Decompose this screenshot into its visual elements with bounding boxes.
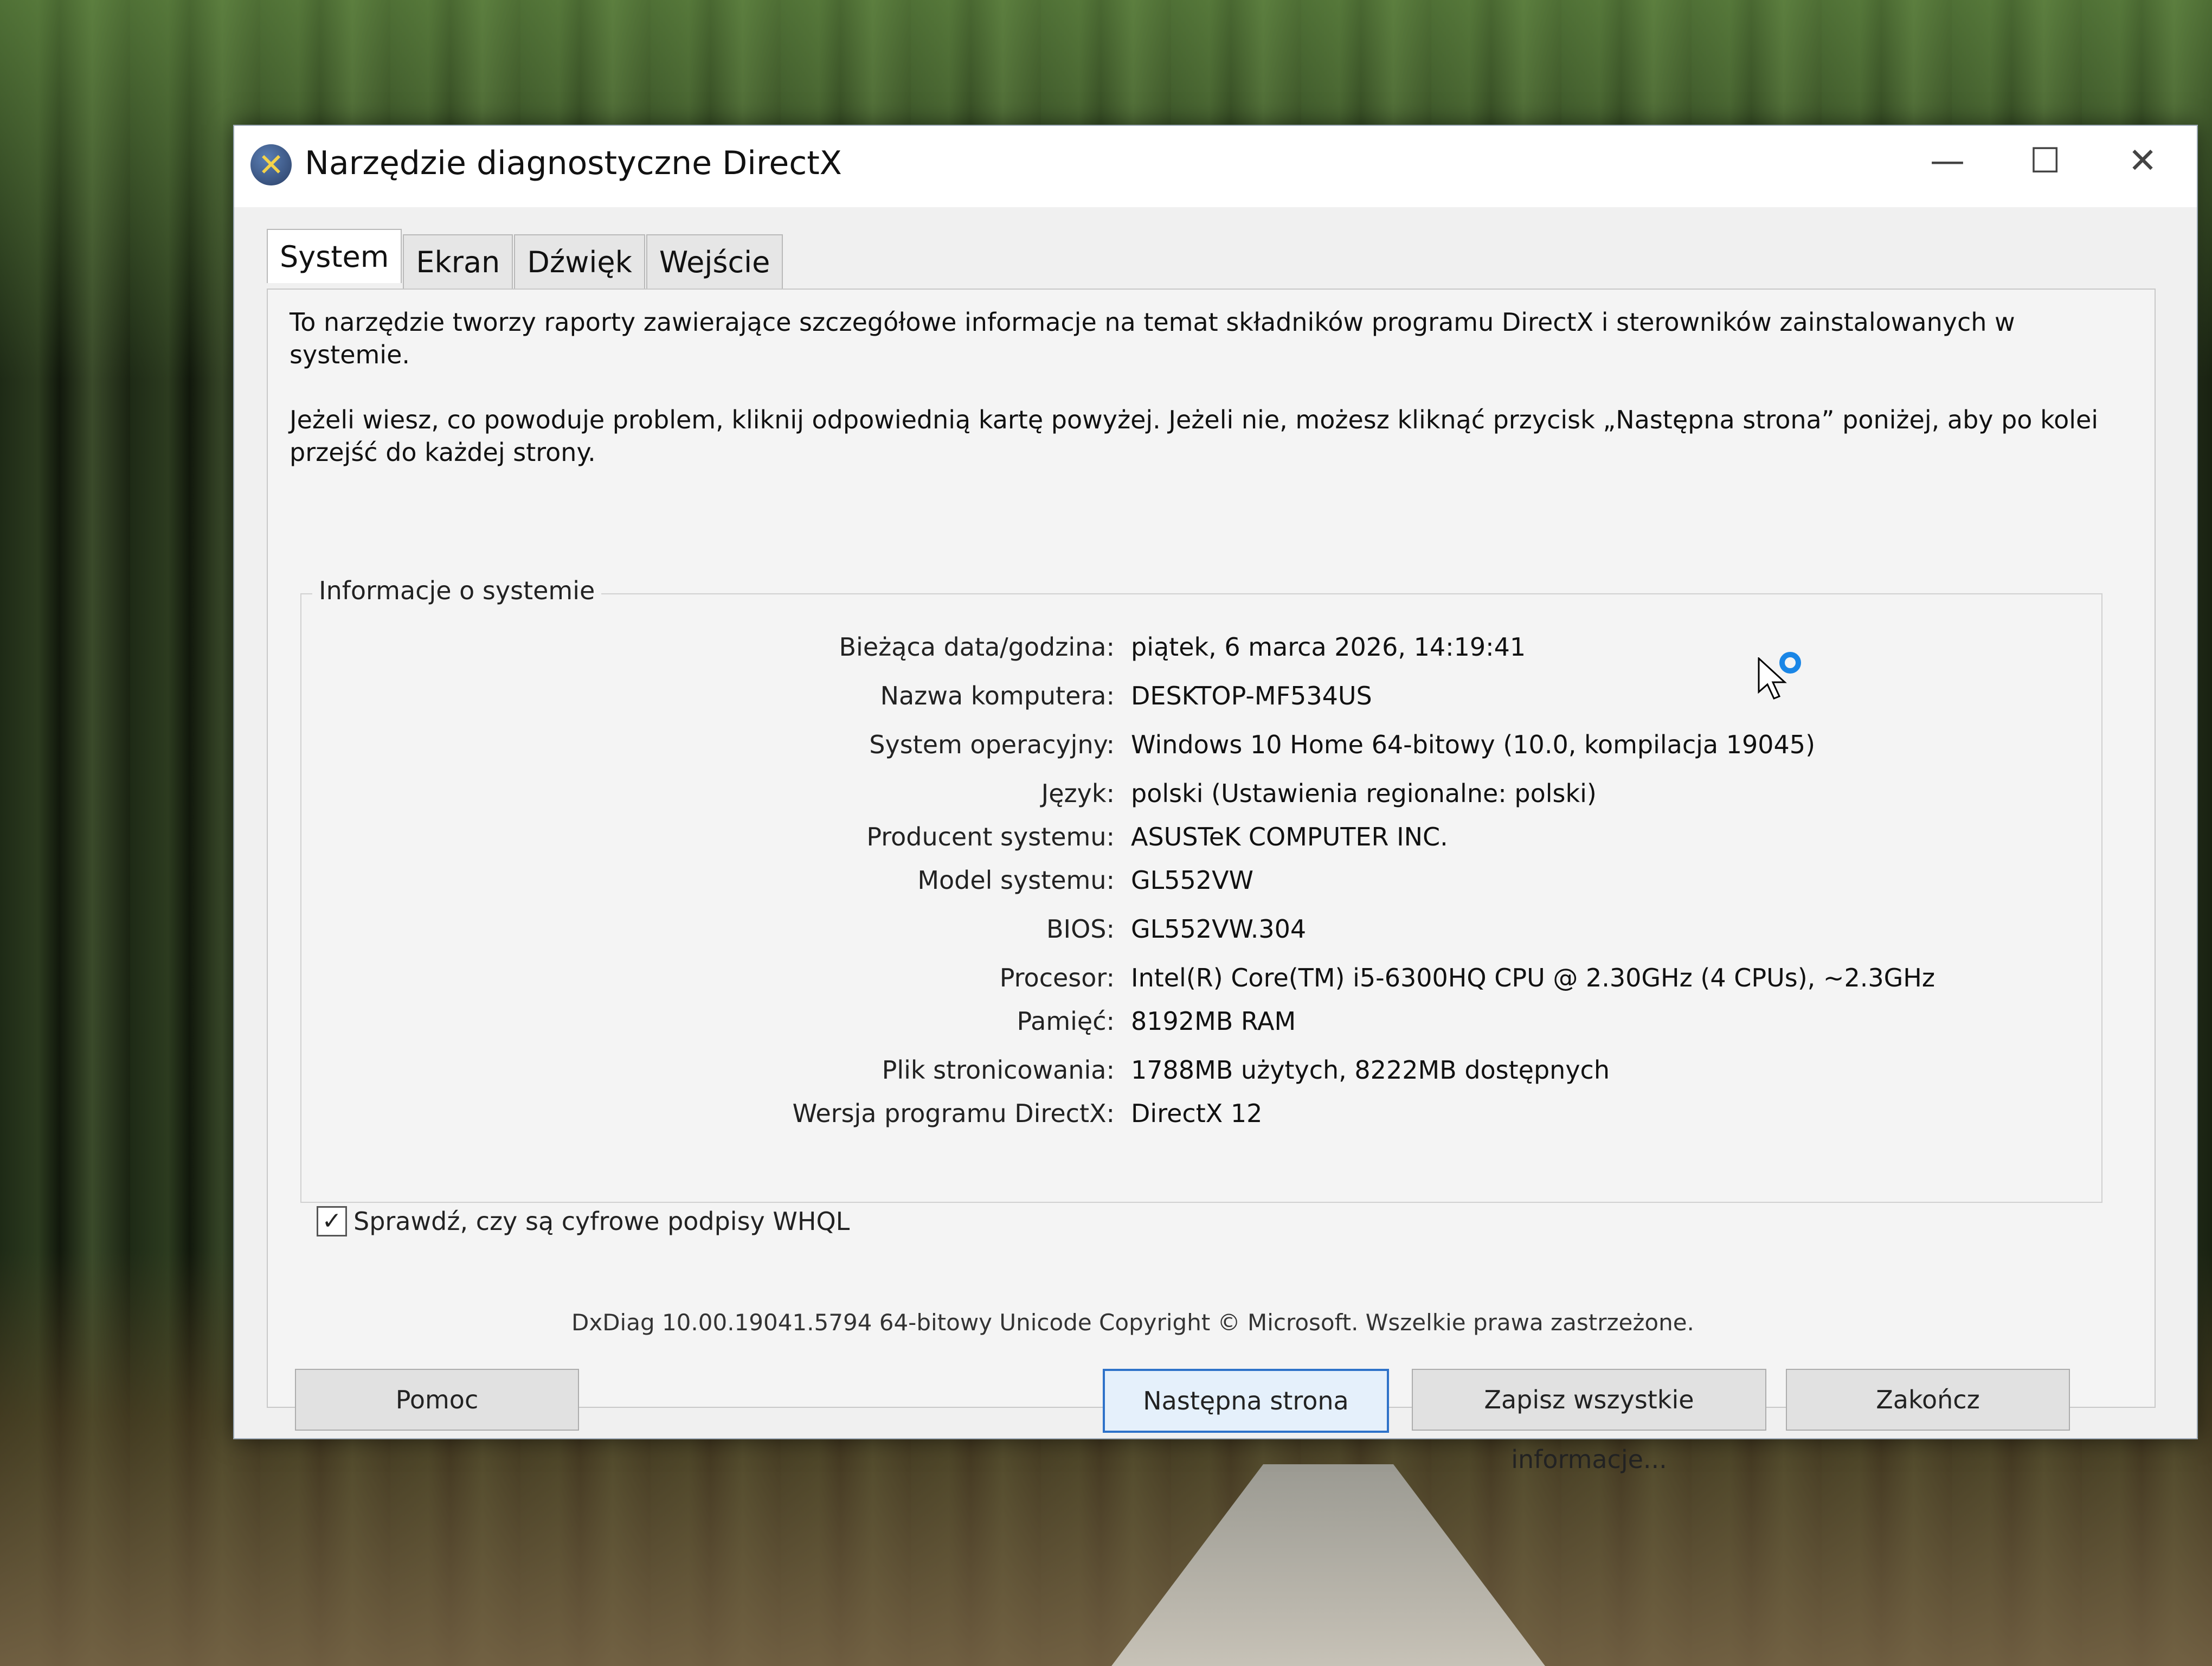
intro-text-1: To narzędzie tworzy raporty zawierające … xyxy=(290,307,2015,369)
tab-bar: System Ekran Dźwięk Wejście xyxy=(267,229,784,289)
info-row-model: Model systemu: GL552VW xyxy=(301,866,2091,909)
maximize-button[interactable]: ☐ xyxy=(1991,126,2099,196)
info-row-directx-version: Wersja programu DirectX: DirectX 12 xyxy=(301,1099,2091,1142)
info-label: Nazwa komputera: xyxy=(880,681,1115,710)
tab-system[interactable]: System xyxy=(267,229,402,283)
tab-ekran[interactable]: Ekran xyxy=(403,234,513,289)
info-label: Producent systemu: xyxy=(866,822,1115,851)
info-value: DESKTOP-MF534US xyxy=(1131,681,1372,710)
info-label: Plik stronicowania: xyxy=(882,1055,1115,1085)
whql-checkbox-row[interactable]: ✓ Sprawdź, czy są cyfrowe podpisy WHQL xyxy=(317,1206,850,1236)
next-page-button[interactable]: Następna strona xyxy=(1103,1369,1389,1433)
info-value: 8192MB RAM xyxy=(1131,1007,1296,1036)
info-value: GL552VW xyxy=(1131,866,1254,895)
info-label: Bieżąca data/godzina: xyxy=(839,632,1115,662)
dxdiag-version-info: DxDiag 10.00.19041.5794 64-bitowy Unicod… xyxy=(571,1309,1694,1336)
info-value: Intel(R) Core(TM) i5-6300HQ CPU @ 2.30GH… xyxy=(1131,963,1935,992)
info-row-manufacturer: Producent systemu: ASUSTeK COMPUTER INC. xyxy=(301,822,2091,866)
help-button[interactable]: Pomoc xyxy=(295,1369,579,1431)
save-all-info-button[interactable]: Zapisz wszystkie informacje... xyxy=(1412,1369,1766,1474)
title-bar[interactable]: ✕ Narzędzie diagnostyczne DirectX — ☐ ✕ xyxy=(234,126,2197,207)
info-label: BIOS: xyxy=(1046,914,1115,944)
intro-text-2: Jeżeli wiesz, co powoduje problem, klikn… xyxy=(290,405,2099,467)
info-label: Procesor: xyxy=(999,963,1115,992)
info-label: Język: xyxy=(1041,779,1115,808)
whql-checkbox-label: Sprawdź, czy są cyfrowe podpisy WHQL xyxy=(353,1207,850,1236)
close-button[interactable]: ✕ xyxy=(2088,126,2197,196)
directx-app-icon: ✕ xyxy=(250,144,292,185)
wallpaper-path xyxy=(1111,1464,1545,1666)
info-label: Model systemu: xyxy=(917,866,1115,895)
minimize-button[interactable]: — xyxy=(1893,126,2002,196)
info-value: 1788MB użytych, 8222MB dostępnych xyxy=(1131,1055,1610,1085)
info-row-os: System operacyjny: Windows 10 Home 64-bi… xyxy=(301,730,2091,773)
system-info-group-label: Informacje o systemie xyxy=(312,576,602,605)
info-label: System operacyjny: xyxy=(869,730,1115,759)
info-row-page-file: Plik stronicowania: 1788MB użytych, 8222… xyxy=(301,1055,2091,1099)
exit-button[interactable]: Zakończ xyxy=(1786,1369,2070,1431)
info-value: DirectX 12 xyxy=(1131,1099,1263,1128)
tab-dzwiek[interactable]: Dźwięk xyxy=(514,234,645,289)
whql-checkbox[interactable]: ✓ xyxy=(317,1206,347,1236)
busy-spinner-icon xyxy=(1779,652,1801,674)
info-value: polski (Ustawienia regionalne: polski) xyxy=(1131,779,1597,808)
info-row-processor: Procesor: Intel(R) Core(TM) i5-6300HQ CP… xyxy=(301,963,2091,1007)
info-row-bios: BIOS: GL552VW.304 xyxy=(301,914,2091,958)
window-title: Narzędzie diagnostyczne DirectX xyxy=(305,144,842,182)
tab-wejscie[interactable]: Wejście xyxy=(646,234,783,289)
info-value: Windows 10 Home 64-bitowy (10.0, kompila… xyxy=(1131,730,1816,759)
info-row-language: Język: polski (Ustawienia regionalne: po… xyxy=(301,779,2091,822)
info-label: Wersja programu DirectX: xyxy=(792,1099,1115,1128)
info-value: ASUSTeK COMPUTER INC. xyxy=(1131,822,1448,851)
system-info-group: Informacje o systemie Bieżąca data/godzi… xyxy=(300,576,2102,1203)
system-tab-panel: To narzędzie tworzy raporty zawierające … xyxy=(267,289,2156,1474)
info-label: Pamięć: xyxy=(1017,1007,1115,1036)
info-row-datetime: Bieżąca data/godzina: piątek, 6 marca 20… xyxy=(301,632,2091,676)
info-row-computer-name: Nazwa komputera: DESKTOP-MF534US xyxy=(301,681,2091,725)
info-row-memory: Pamięć: 8192MB RAM xyxy=(301,1007,2091,1050)
dxdiag-window: ✕ Narzędzie diagnostyczne DirectX — ☐ ✕ … xyxy=(233,125,2198,1474)
info-value: piątek, 6 marca 2026, 14:19:41 xyxy=(1131,632,1526,662)
info-value: GL552VW.304 xyxy=(1131,914,1307,944)
